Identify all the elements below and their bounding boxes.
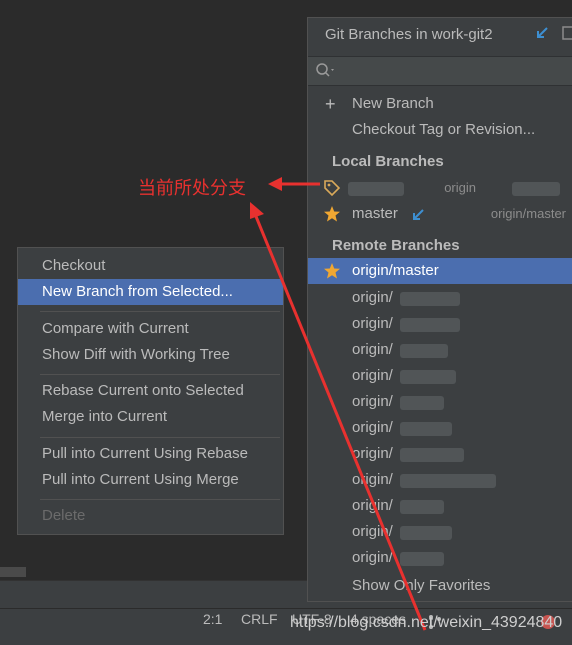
show-diff-menu-item[interactable]: Show Diff with Working Tree — [18, 342, 283, 368]
delete-menu-item: Delete — [42, 507, 86, 524]
search-icon — [315, 62, 337, 82]
pull-rebase-menu-item[interactable]: Pull into Current Using Rebase — [18, 441, 283, 467]
remote-branches-header: Remote Branches — [332, 237, 460, 254]
redacted-branch-name — [400, 292, 460, 306]
popup-title: Git Branches in work-git2 — [325, 26, 493, 43]
menu-separator — [40, 311, 280, 312]
local-branch-item[interactable]: master origin/master — [308, 201, 572, 227]
remote-branch-item[interactable]: origin/ — [308, 467, 572, 493]
current-branch-arrow-icon — [411, 205, 425, 231]
branch-context-menu: Checkout New Branch from Selected... Com… — [17, 247, 284, 535]
menu-separator — [40, 437, 280, 438]
checkout-menu-item[interactable]: Checkout — [18, 253, 283, 279]
redacted-branch-name — [400, 422, 452, 436]
menu-separator — [40, 374, 280, 375]
watermark: https://blog.csdn.net/weixin_43924840 — [290, 614, 563, 631]
compare-with-current-menu-item[interactable]: Compare with Current — [18, 316, 283, 342]
star-icon — [323, 205, 341, 232]
remote-branch-item[interactable]: origin/ — [308, 337, 572, 363]
pull-merge-menu-item[interactable]: Pull into Current Using Merge — [18, 467, 283, 493]
redacted-branch-name — [400, 552, 444, 566]
redacted-branch-name — [400, 344, 448, 358]
redacted-branch-name — [400, 370, 456, 384]
local-branches-header: Local Branches — [332, 153, 444, 170]
local-branch-item[interactable]: origin — [308, 175, 572, 201]
rebase-menu-item[interactable]: Rebase Current onto Selected — [18, 378, 283, 404]
horizontal-scrollbar[interactable] — [0, 567, 26, 577]
plus-icon: + — [325, 94, 336, 114]
new-branch-from-selected-menu-item[interactable]: New Branch from Selected... — [18, 279, 283, 305]
branch-search-input[interactable] — [308, 56, 572, 86]
annotation-text: 当前所处分支 — [138, 178, 246, 199]
merge-menu-item[interactable]: Merge into Current — [18, 404, 283, 430]
redacted-branch-name — [348, 182, 404, 196]
settings-icon[interactable] — [562, 25, 572, 45]
redacted-branch-name — [400, 396, 444, 410]
remote-branch-item[interactable]: origin/master — [308, 258, 572, 284]
redacted-tracking — [512, 182, 560, 196]
caret-position[interactable]: 2:1 — [203, 611, 222, 627]
menu-separator — [40, 499, 280, 500]
redacted-branch-name — [400, 474, 496, 488]
remote-branch-item[interactable]: origin/ — [308, 493, 572, 519]
remote-branch-item[interactable]: origin/ — [308, 441, 572, 467]
remote-branch-item[interactable]: origin/ — [308, 389, 572, 415]
remote-branch-item[interactable]: origin/ — [308, 363, 572, 389]
remote-branch-item[interactable]: origin/ — [308, 519, 572, 545]
git-branches-popup: Git Branches in work-git2 + New Branch C… — [307, 17, 572, 602]
remote-branch-item[interactable]: origin/ — [308, 311, 572, 337]
remote-branch-item[interactable]: origin/ — [308, 285, 572, 311]
redacted-branch-name — [400, 526, 452, 540]
new-branch-action[interactable]: + New Branch — [308, 91, 572, 117]
remote-branch-item[interactable]: origin/ — [308, 545, 572, 571]
pin-arrow-icon[interactable] — [534, 25, 550, 45]
redacted-branch-name — [400, 448, 464, 462]
line-separator[interactable]: CRLF — [241, 611, 278, 627]
show-only-favorites-toggle[interactable]: Show Only Favorites — [308, 573, 572, 599]
redacted-branch-name — [400, 318, 460, 332]
redacted-branch-name — [400, 500, 444, 514]
checkout-tag-action[interactable]: Checkout Tag or Revision... — [308, 117, 572, 143]
remote-branch-item[interactable]: origin/ — [308, 415, 572, 441]
